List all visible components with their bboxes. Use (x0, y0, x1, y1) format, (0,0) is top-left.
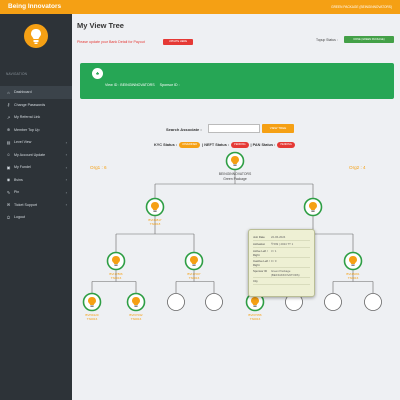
sidebar-item-logout[interactable]: ⏻ Logout (0, 211, 72, 224)
chevron-right-icon: › (65, 202, 67, 208)
sidebar-item-pin[interactable]: ✎ Pin › (0, 186, 72, 199)
tooltip-key: Activation (253, 242, 266, 246)
sidebar-item-bvins[interactable]: ◉ Bvins › (0, 174, 72, 187)
sidebar-item-my-account-update[interactable]: ☺ My Account Update › (0, 149, 72, 162)
main-content: My View Tree Please update your Bank Det… (72, 14, 400, 400)
tree-node-empty[interactable] (205, 293, 223, 311)
tree-node-label: BVI45061 TS0016 (346, 272, 360, 280)
user-icon: ☺ (6, 152, 11, 158)
tree-node-label: BVI49817 TS0018 (148, 218, 162, 226)
tree-node-root[interactable] (225, 151, 245, 171)
tooltip-value: Green Package (BEINGINNOVATORS) (271, 269, 300, 277)
tooltip-row: Join Date 22-06-2024 (253, 234, 310, 241)
tree-node[interactable] (106, 251, 126, 271)
sidebar-item-label: My Referral Link (14, 115, 41, 120)
tree-node-label: BVI59120 TS0016 (85, 313, 99, 321)
tooltip-row: Inactive Left / Right 0 / 0 (253, 258, 310, 268)
tree-root-label: BEINGINNOVATORS Green Package (210, 172, 260, 181)
chevron-right-icon: › (65, 177, 67, 183)
logout-icon: ⏻ (6, 214, 11, 220)
lightbulb-avatar-icon (24, 24, 48, 48)
tooltip-value: 3 / 1 (271, 249, 277, 253)
sidebar-item-change-passwords[interactable]: ⚷ Change Passwords (0, 99, 72, 112)
sidebar-item-my-fundel[interactable]: ▣ My Fundel › (0, 161, 72, 174)
tooltip-row: Sponsor ID Green Package (BEINGINNOVATORS… (253, 268, 310, 278)
tooltip-key: Join Date (253, 235, 265, 239)
sidebar-item-label: My Fundel (14, 165, 31, 170)
chart-icon: ▤ (6, 139, 11, 145)
tree-node[interactable] (184, 251, 204, 271)
tree-node[interactable] (82, 292, 102, 312)
member-tooltip: Join Date 22-06-2024 Activation ₹ 599 | 202… (248, 229, 315, 297)
sidebar-item-label: Level View (14, 140, 32, 145)
tooltip-value: 0 / 0 (271, 259, 277, 263)
sidebar-item-label: Bvins (14, 177, 23, 182)
tree-node[interactable] (343, 251, 363, 271)
app-logo[interactable]: Being Innovators (0, 0, 72, 14)
tooltip-row: Activation ₹ 599 | 2024 TT 1 (253, 241, 310, 248)
tooltip-key: City (253, 279, 258, 283)
tree-node-label: BVI17806 TS0016 (109, 272, 123, 280)
chevron-right-icon: › (65, 164, 67, 170)
tree-node-label: BVI67056 TS0016 (248, 313, 262, 321)
avatar (0, 14, 72, 58)
chevron-right-icon: › (65, 152, 67, 158)
chevron-right-icon: › (65, 189, 67, 195)
tree-node-label: BVI67032 TS0016 (129, 313, 143, 321)
home-icon: ⌂ (7, 89, 10, 95)
sidebar-item-label: Change Passwords (14, 102, 46, 107)
topup-icon: ⊕ (6, 127, 11, 133)
package-status-text: GREEN PACKAGE (BEINGINNOVATORS) (331, 5, 392, 9)
tree-node[interactable] (303, 197, 323, 217)
sidebar-item-label: Dashboard (14, 90, 32, 95)
tree-node-empty[interactable] (324, 293, 342, 311)
root-package: Green Package (223, 176, 247, 181)
tooltip-row: City (253, 278, 310, 285)
key-icon: ⚷ (7, 102, 10, 108)
sidebar-item-label: Logout (14, 215, 25, 220)
sidebar-item-label: Pin (14, 190, 20, 195)
share-icon: ↗ (6, 114, 11, 120)
tooltip-value: ₹ 599 | 2024 TT 1 (271, 242, 294, 246)
tree-node-empty[interactable] (167, 293, 185, 311)
tooltip-row: Active Left / Right 3 / 1 (253, 248, 310, 258)
tooltip-key: Inactive Left / Right (253, 259, 270, 267)
tooltip-key: Active Left / Right (253, 249, 268, 257)
sidebar-item-label: Member Top Up (14, 127, 40, 132)
coin-icon: ◉ (6, 177, 11, 183)
chevron-right-icon: › (65, 139, 67, 145)
sidebar: NAVIGATION ⌂ Dashboard ⚷ Change Passwords ↗ M… (0, 14, 72, 400)
tree-node[interactable] (126, 292, 146, 312)
tooltip-key: Sponsor ID (253, 269, 267, 273)
tooltip-value: 22-06-2024 (271, 235, 286, 239)
ticket-icon: ✉ (6, 202, 11, 208)
sidebar-section-title: NAVIGATION (6, 72, 28, 76)
sidebar-item-member-top-up[interactable]: ⊕ Member Top Up (0, 124, 72, 137)
sidebar-item-level-view[interactable]: ▤ Level View › (0, 136, 72, 149)
genealogy-tree (82, 151, 382, 312)
tree-node-empty[interactable] (364, 293, 382, 311)
sidebar-item-dashboard[interactable]: ⌂ Dashboard (0, 86, 72, 99)
sidebar-item-my-referral-link[interactable]: ↗ My Referral Link (0, 111, 72, 124)
sidebar-item-label: Ticket Support (14, 202, 38, 207)
wallet-icon: ▣ (6, 164, 11, 170)
sidebar-item-ticket-support[interactable]: ✉ Ticket Support › (0, 199, 72, 212)
tree-node[interactable] (145, 197, 165, 217)
tree-node-label: BVI17007 TS0016 (187, 272, 201, 280)
pin-icon: ✎ (6, 189, 11, 195)
sidebar-item-label: My Account Update (14, 152, 46, 157)
